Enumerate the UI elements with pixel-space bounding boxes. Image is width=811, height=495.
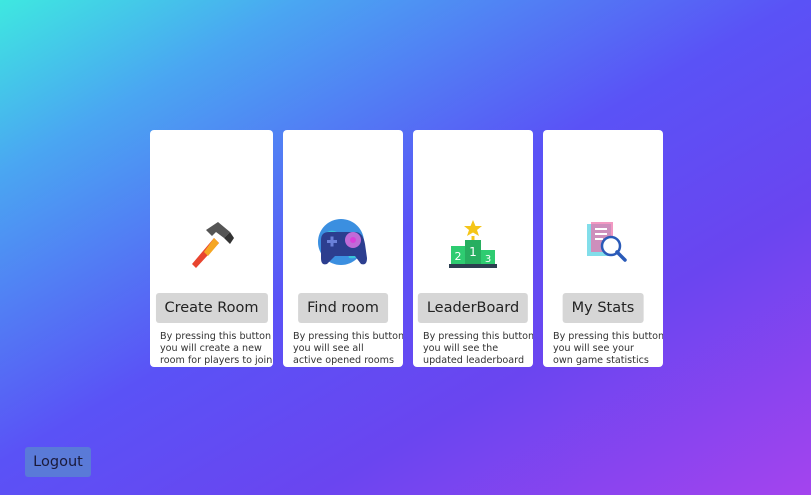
card-find-room: Find room By pressing this button you wi… — [283, 130, 403, 367]
card-leaderboard: 1 2 3 LeaderBoard By pressing this butto… — [413, 130, 533, 367]
svg-text:2: 2 — [455, 250, 462, 263]
card-create-room: Create Room By pressing this button you … — [150, 130, 273, 367]
my-stats-button[interactable]: My Stats — [562, 293, 644, 323]
logout-button[interactable]: Logout — [25, 447, 91, 477]
svg-text:3: 3 — [485, 254, 491, 265]
card-my-stats: My Stats By pressing this button you wil… — [543, 130, 663, 367]
menu-cards: Create Room By pressing this button you … — [0, 0, 811, 495]
leaderboard-description: By pressing this button you will see the… — [423, 331, 533, 366]
document-search-icon — [587, 222, 627, 262]
leaderboard-button[interactable]: LeaderBoard — [417, 293, 529, 323]
find-room-description: By pressing this button you will see all… — [293, 331, 403, 366]
svg-text:1: 1 — [469, 245, 477, 259]
podium-icon: 1 2 3 — [449, 220, 497, 268]
create-room-description: By pressing this button you will create … — [160, 331, 273, 366]
create-room-button[interactable]: Create Room — [155, 293, 268, 323]
hammer-icon — [191, 222, 234, 268]
find-room-button[interactable]: Find room — [298, 293, 388, 323]
my-stats-description: By pressing this button you will see you… — [553, 331, 663, 366]
gamepad-globe-icon — [318, 219, 367, 265]
